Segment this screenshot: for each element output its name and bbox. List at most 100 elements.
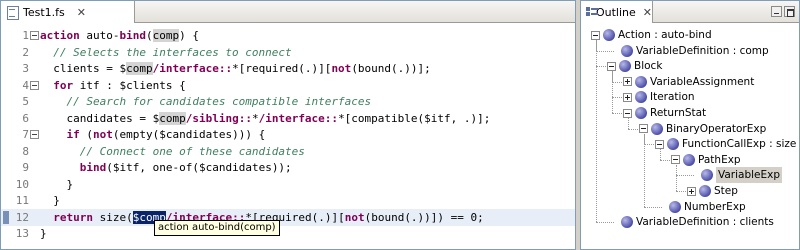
outline-node-label: NumberExp xyxy=(684,200,746,213)
line-number: 4 xyxy=(22,78,29,92)
collapse-icon[interactable] xyxy=(639,124,648,134)
close-icon[interactable]: ✕ xyxy=(77,6,86,19)
outline-tree-node[interactable]: Action : auto-bind xyxy=(591,27,712,43)
code-line[interactable]: 10 } xyxy=(1,176,575,193)
code-line[interactable]: 8 // Connect one of these candidates xyxy=(1,143,575,160)
tree-connector xyxy=(644,133,645,207)
close-icon[interactable]: ✕ xyxy=(643,6,652,19)
outline-tree-node[interactable]: BinaryOperatorExp xyxy=(639,121,766,137)
code-line[interactable]: 5 // Search for candidates compatible in… xyxy=(1,93,575,110)
outline-tabbar: Outline ✕ xyxy=(581,1,799,23)
collapse-icon[interactable] xyxy=(591,30,600,40)
editor-tab-label: Test1.fs xyxy=(23,5,65,19)
code-text: // Connect one of these candidates xyxy=(79,144,305,158)
line-number: 3 xyxy=(22,62,29,75)
outline-tree-node[interactable]: NumberExp xyxy=(655,199,746,215)
minimize-icon[interactable] xyxy=(771,6,782,17)
collapse-icon[interactable] xyxy=(655,139,664,149)
tree-connector xyxy=(644,206,662,208)
outline-node-label: Iteration xyxy=(650,91,695,104)
fold-toggle-icon[interactable] xyxy=(30,80,39,90)
collapse-icon[interactable] xyxy=(623,108,632,118)
tree-connector xyxy=(612,71,613,113)
node-icon xyxy=(699,185,711,197)
line-number: 8 xyxy=(22,144,29,158)
outline-tree-node[interactable]: VariableDefinition : clients xyxy=(607,214,774,230)
outline-tree-node[interactable]: PathExp xyxy=(671,152,741,168)
outline-node-label: VariableAssignment xyxy=(650,75,755,88)
node-icon xyxy=(621,44,633,57)
fold-toggle-icon[interactable] xyxy=(30,130,39,139)
hover-tooltip: action auto-bind(comp) xyxy=(154,220,280,236)
outline-tree-node[interactable]: ReturnStat xyxy=(623,105,706,121)
code-text: // Search for candidates compatible inte… xyxy=(66,95,372,108)
tree-connector xyxy=(628,118,629,129)
node-icon xyxy=(635,107,647,119)
code-line[interactable]: 7 if (not(empty($candidates))) { xyxy=(1,126,575,143)
node-icon xyxy=(635,91,647,104)
code-line[interactable]: 4 for itf : $clients { xyxy=(1,77,575,94)
node-icon xyxy=(667,138,679,151)
fold-toggle-icon[interactable] xyxy=(30,31,39,40)
editor-tab-test1[interactable]: Test1.fs ✕ xyxy=(1,1,135,23)
code-text: // Selects the interfaces to connect xyxy=(53,45,292,59)
tree-connector xyxy=(596,66,606,68)
tree-connector xyxy=(676,175,694,177)
expand-icon[interactable] xyxy=(623,77,632,87)
code-line[interactable]: 6 candidates = $comp/sibling::*/interfac… xyxy=(1,110,575,127)
outline-node-label: Block xyxy=(634,60,663,73)
editor-tabbar: Test1.fs ✕ xyxy=(1,1,575,23)
outline-tab-label: Outline xyxy=(595,5,636,19)
code-line[interactable]: 13} xyxy=(1,225,575,242)
code-text: for itf : $clients { xyxy=(53,78,186,92)
node-icon xyxy=(701,169,713,182)
line-number: 9 xyxy=(22,161,29,174)
tree-connector xyxy=(628,128,638,130)
node-icon xyxy=(635,75,647,88)
code-line[interactable]: 12 return size($comp/interface::*[requir… xyxy=(1,208,575,226)
outline-tree-node[interactable]: VariableDefinition : comp xyxy=(607,43,769,59)
outline-node-label: PathExp xyxy=(698,153,741,166)
line-number: 6 xyxy=(22,111,29,125)
tree-connector xyxy=(596,40,597,223)
view-window-buttons xyxy=(771,6,795,17)
expand-icon[interactable] xyxy=(623,92,632,102)
line-number: 10 xyxy=(15,177,29,191)
code-line[interactable]: 9 bind($itf, one-of($candidates)); xyxy=(1,159,575,176)
code-text: if (not(empty($candidates))) { xyxy=(66,128,266,141)
outline-tab[interactable]: Outline ✕ xyxy=(581,1,653,23)
node-icon xyxy=(669,200,681,213)
outline-tree-node[interactable]: VariableAssignment xyxy=(623,74,754,90)
node-icon xyxy=(683,153,695,166)
outline-node-label: VariableDefinition : comp xyxy=(636,44,769,57)
tree-connector xyxy=(644,144,654,146)
outline-tree-node[interactable]: VariableExp xyxy=(687,167,783,184)
outline-node-label: BinaryOperatorExp xyxy=(666,122,767,135)
line-number: 11 xyxy=(15,194,29,207)
line-number: 1 xyxy=(22,29,29,42)
node-icon xyxy=(603,29,615,41)
code-text: bind($itf, one-of($candidates)); xyxy=(79,161,292,174)
line-number: 12 xyxy=(15,210,29,224)
collapse-icon[interactable] xyxy=(671,155,680,165)
code-line[interactable]: 3 clients = $comp/interface::*[required(… xyxy=(1,60,575,77)
outline-tree-node[interactable]: Iteration xyxy=(623,89,695,105)
collapse-icon[interactable] xyxy=(607,61,616,71)
code-line[interactable]: 11 } xyxy=(1,192,575,209)
tree-connector xyxy=(660,149,661,160)
code-line[interactable]: 1 action auto-bind(comp) { xyxy=(1,27,575,44)
expand-icon[interactable] xyxy=(687,186,696,196)
code-editor[interactable]: 1 action auto-bind(comp) {2 // Selects th… xyxy=(1,24,575,249)
tree-connector xyxy=(676,191,686,192)
outline-tree-node[interactable]: Block xyxy=(607,58,662,74)
tree-connector xyxy=(660,159,670,161)
code-text: } xyxy=(40,177,74,191)
outline-tree-node[interactable]: FunctionCallExp : size xyxy=(655,136,796,152)
code-text: } xyxy=(40,194,60,207)
outline-node-label: Action : auto-bind xyxy=(618,29,712,41)
outline-node-label: VariableExp xyxy=(716,167,783,184)
outline-tree[interactable]: Action : auto-bind VariableDefinition : c… xyxy=(581,24,799,249)
maximize-icon[interactable] xyxy=(784,6,795,17)
outline-tree-node[interactable]: Step xyxy=(687,183,738,199)
code-line[interactable]: 2 // Selects the interfaces to connect xyxy=(1,44,575,61)
